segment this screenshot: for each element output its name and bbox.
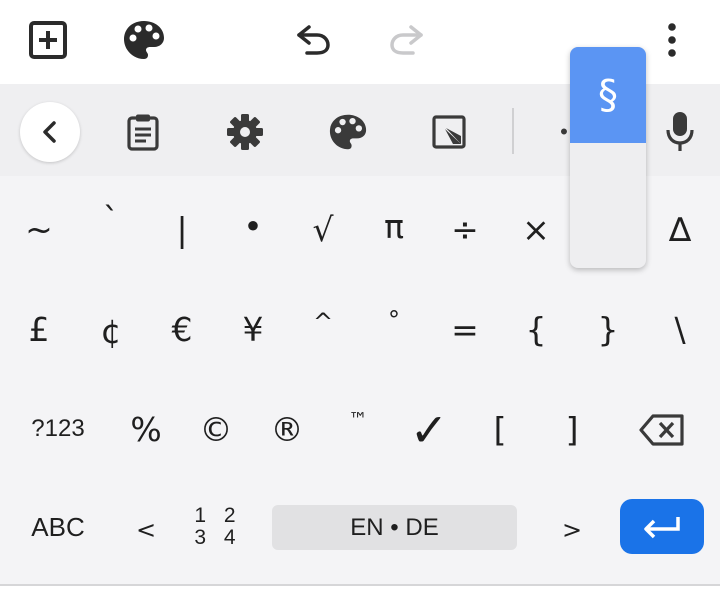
- key-yen[interactable]: ¥: [217, 290, 289, 370]
- key-sqrt[interactable]: √: [287, 190, 359, 270]
- key-left-bracket[interactable]: [: [464, 390, 536, 470]
- key-euro[interactable]: €: [146, 290, 218, 370]
- long-press-popup: §: [570, 47, 646, 268]
- resize-icon[interactable]: [426, 110, 472, 154]
- key-bullet[interactable]: •: [217, 187, 289, 267]
- key-checkmark[interactable]: ✓: [393, 390, 465, 470]
- key-copyright[interactable]: ©: [180, 390, 252, 470]
- key-backtick[interactable]: `: [75, 180, 147, 260]
- key-trademark[interactable]: ™: [322, 390, 394, 470]
- theme-palette-icon[interactable]: [324, 110, 372, 154]
- key-multiply[interactable]: ×: [500, 190, 572, 270]
- popup-selected-key[interactable]: §: [570, 47, 646, 143]
- key-cent[interactable]: ¢: [75, 292, 147, 372]
- key-right-brace[interactable]: }: [572, 290, 644, 370]
- key-greater-than[interactable]: >: [536, 490, 608, 570]
- key-percent[interactable]: %: [110, 390, 182, 470]
- key-pipe[interactable]: |: [146, 190, 218, 270]
- clipboard-icon[interactable]: [120, 110, 166, 154]
- undo-icon[interactable]: [288, 18, 338, 62]
- key-fractions[interactable]: 1 2 3 4: [194, 505, 242, 549]
- key-backslash[interactable]: \: [644, 290, 716, 370]
- key-delta[interactable]: ∆: [644, 190, 716, 270]
- backspace-icon: [639, 414, 684, 446]
- key-abc[interactable]: ABC: [16, 487, 100, 567]
- more-vert-icon[interactable]: [656, 16, 688, 64]
- nav-strip: [0, 586, 720, 591]
- key-right-bracket[interactable]: ]: [536, 390, 608, 470]
- key-tilde[interactable]: ~: [3, 190, 75, 270]
- key-pound[interactable]: £: [3, 290, 75, 370]
- add-box-icon[interactable]: [22, 16, 74, 64]
- toolbar-divider: [512, 108, 514, 154]
- toolbar-back-button[interactable]: [20, 102, 80, 162]
- mic-icon[interactable]: [656, 106, 704, 156]
- key-symbols-toggle[interactable]: ?123: [16, 389, 100, 469]
- key-divide[interactable]: ÷: [429, 190, 501, 270]
- enter-arrow-icon: [644, 516, 680, 538]
- key-caret[interactable]: ^: [287, 282, 359, 362]
- space-key[interactable]: EN • DE: [272, 505, 517, 550]
- key-less-than[interactable]: <: [110, 490, 182, 570]
- gear-icon[interactable]: [222, 110, 268, 154]
- key-degree[interactable]: °: [358, 280, 430, 360]
- fraction-top: 1 2: [194, 504, 242, 527]
- fraction-bottom: 3 4: [194, 526, 242, 549]
- redo-icon: [382, 18, 432, 62]
- enter-key[interactable]: [620, 499, 704, 554]
- chevron-left-icon: [43, 121, 56, 143]
- backspace-key[interactable]: [626, 402, 698, 458]
- key-left-brace[interactable]: {: [500, 290, 572, 370]
- palette-icon[interactable]: [118, 16, 170, 64]
- key-pi[interactable]: π: [358, 187, 430, 267]
- key-equals[interactable]: =: [429, 290, 501, 370]
- key-registered[interactable]: ®: [251, 390, 323, 470]
